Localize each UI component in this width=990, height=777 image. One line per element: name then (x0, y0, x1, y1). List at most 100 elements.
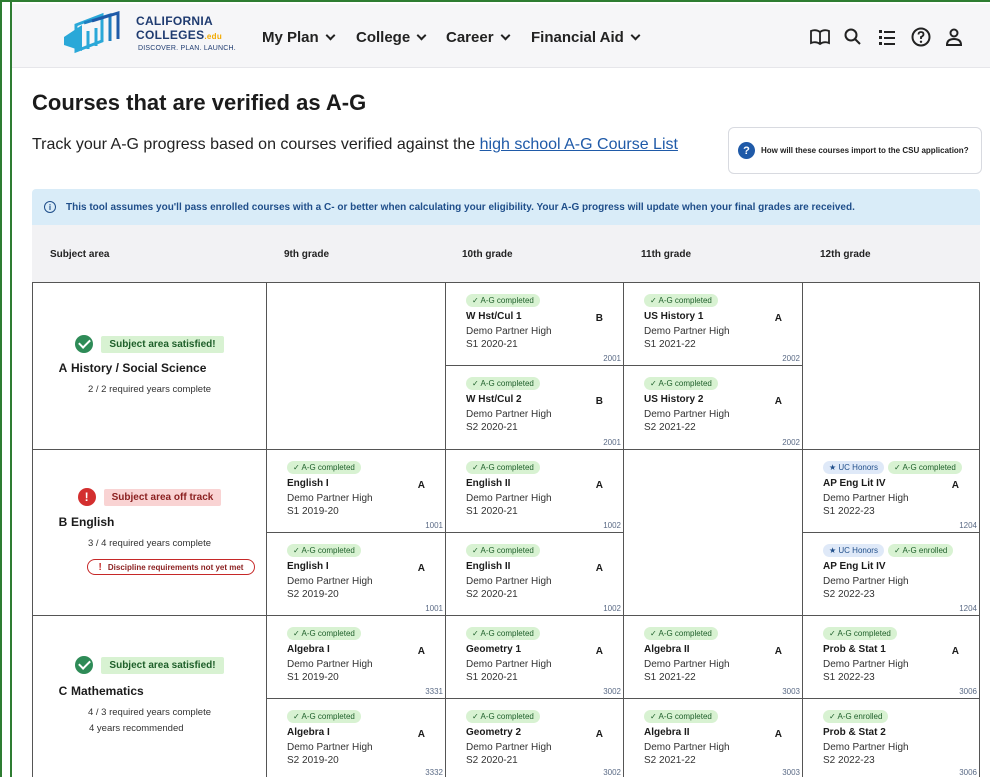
course-badges: ★ UC Honors ✓ A-G enrolled (823, 544, 954, 557)
course-card[interactable]: ✓ A-G completed Algebra I A Demo Partner Hi… (266, 615, 445, 698)
course-code: 3006 (959, 768, 977, 777)
course-school: Demo Partner High (287, 659, 373, 670)
course-badges: ★ UC Honors ✓ A-G completed (823, 461, 962, 474)
info-banner: i This tool assumes you'll pass enrolled… (32, 189, 980, 225)
ag-status-badge: ✓ A-G enrolled (823, 710, 889, 723)
ag-status-badge: ✓ A-G completed (644, 294, 718, 307)
table-header: Subject area 9th grade 10th grade 11th g… (32, 225, 980, 282)
course-card[interactable]: ✓ A-G completed Algebra II A Demo Partner H… (623, 698, 802, 777)
course-school: Demo Partner High (823, 576, 909, 587)
banner-text: This tool assumes you'll pass enrolled c… (66, 201, 855, 213)
ag-grid: Subject area satisfied! A History / Socia… (32, 282, 980, 777)
course-school: Demo Partner High (644, 659, 730, 670)
menu-label: My Plan (262, 29, 319, 46)
course-card[interactable]: ✓ A-G completed English I A Demo Partner Hi… (266, 449, 445, 532)
logo[interactable]: CALIFORNIA COLLEGES.edu DISCOVER. PLAN. … (62, 11, 242, 63)
ag-status-badge: ✓ A-G completed (823, 627, 897, 640)
course-code: 2002 (782, 438, 800, 447)
course-term: S2 2020-21 (466, 589, 518, 600)
course-term: S1 2019-20 (287, 672, 339, 683)
course-term: S2 2019-20 (287, 589, 339, 600)
course-school: Demo Partner High (644, 326, 730, 337)
menu-career[interactable]: Career (446, 29, 510, 46)
logo-text: CALIFORNIA (136, 14, 213, 28)
ag-course-list-link[interactable]: high school A-G Course List (480, 136, 678, 153)
course-code: 3331 (425, 687, 443, 696)
subject-b-name: B English (55, 515, 115, 529)
course-grade: B (595, 396, 603, 407)
course-school: Demo Partner High (644, 742, 730, 753)
course-card[interactable]: ✓ A-G completed US History 1 A Demo Partner… (623, 282, 802, 365)
course-card[interactable]: ✓ A-G completed Algebra II A Demo Partner H… (623, 615, 802, 698)
course-card[interactable]: ✓ A-G completed W Hst/Cul 1 B Demo Partner … (445, 282, 623, 365)
logo-text-2: COLLEGES.edu (136, 28, 222, 42)
course-code: 3002 (603, 768, 621, 777)
course-badges: ✓ A-G completed (287, 461, 361, 474)
course-badges: ✓ A-G completed (644, 710, 718, 723)
course-grade: A (774, 729, 782, 740)
course-school: Demo Partner High (644, 409, 730, 420)
menu-my-plan[interactable]: My Plan (262, 29, 336, 46)
course-card[interactable]: ✓ A-G completed W Hst/Cul 2 B Demo Partner … (445, 365, 623, 449)
course-code: 1002 (603, 604, 621, 613)
course-term: S2 2022-23 (823, 589, 875, 600)
discipline-text: Discipline requirements not yet met (107, 562, 244, 572)
chevron-down-icon (630, 30, 641, 41)
list-icon[interactable] (876, 26, 898, 48)
course-badges: ✓ A-G completed (287, 627, 361, 640)
ag-status-badge: ✓ A-G completed (287, 544, 361, 557)
ag-status-badge: ✓ A-G completed (466, 461, 540, 474)
course-card[interactable]: ✓ A-G completed Geometry 1 A Demo Partner H… (445, 615, 623, 698)
subject-a-status: Subject area satisfied! (33, 335, 266, 353)
course-card[interactable]: ✓ A-G completed English II A Demo Partner H… (445, 532, 623, 615)
course-card[interactable]: ✓ A-G completed Geometry 2 A Demo Partner H… (445, 698, 623, 777)
course-code: 2002 (782, 354, 800, 363)
status-badge: Subject area off track (103, 488, 222, 506)
course-grade: A (951, 646, 959, 657)
menu-college[interactable]: College (356, 29, 427, 46)
csu-import-help-button[interactable]: ? How will these courses import to the C… (728, 127, 982, 174)
col-subject-area: Subject area (50, 249, 110, 260)
subject-a-12th-empty (802, 282, 980, 449)
user-icon[interactable] (943, 26, 965, 48)
subject-b-required: 3 / 4 required years complete (87, 538, 212, 549)
course-grade: A (417, 729, 425, 740)
course-school: Demo Partner High (466, 576, 552, 587)
course-card[interactable]: ✓ A-G completed US History 2 A Demo Partner… (623, 365, 802, 449)
help-icon[interactable] (910, 26, 932, 48)
ag-status-badge: ✓ A-G completed (466, 294, 540, 307)
search-icon[interactable] (842, 26, 864, 48)
subject-c-cell: Subject area satisfied! C Mathematics 4 /… (32, 615, 266, 777)
chevron-down-icon (416, 30, 427, 41)
menu-financial-aid[interactable]: Financial Aid (531, 29, 641, 46)
col-12th-grade: 12th grade (820, 249, 871, 260)
logo-mark-icon (64, 11, 120, 54)
course-grade: A (595, 646, 603, 657)
course-card[interactable]: ✓ A-G completed Algebra I A Demo Partner Hi… (266, 698, 445, 777)
chevron-down-icon (325, 30, 336, 41)
course-term: S2 2022-23 (823, 755, 875, 766)
course-school: Demo Partner High (287, 493, 373, 504)
course-card[interactable]: ★ UC Honors ✓ A-G enrolled AP Eng Lit IV De… (802, 532, 980, 615)
discipline-warning[interactable]: ! Discipline requirements not yet met (87, 559, 255, 575)
subject-title: Mathematics (71, 684, 144, 698)
logo-colleges: COLLEGES (136, 28, 205, 42)
course-badges: ✓ A-G completed (644, 294, 718, 307)
help-text: How will these courses import to the CSU… (761, 146, 969, 155)
course-code: 1001 (425, 521, 443, 530)
book-icon[interactable] (809, 26, 831, 48)
subject-a-name: A History / Social Science (55, 361, 207, 375)
course-name: US History 2 (644, 394, 704, 405)
course-code: 1204 (959, 604, 977, 613)
course-card[interactable]: ✓ A-G enrolled Prob & Stat 2 Demo Partner … (802, 698, 980, 777)
course-code: 3332 (425, 768, 443, 777)
course-card[interactable]: ✓ A-G completed English I A Demo Partner Hi… (266, 532, 445, 615)
course-card[interactable]: ✓ A-G completed English II A Demo Partner H… (445, 449, 623, 532)
subject-c-name: C Mathematics (55, 684, 144, 698)
course-name: Algebra I (287, 644, 330, 655)
course-code: 3003 (782, 768, 800, 777)
course-name: Geometry 2 (466, 727, 522, 738)
check-circle-icon (75, 656, 94, 674)
course-card[interactable]: ✓ A-G completed Prob & Stat 1 A Demo Partne… (802, 615, 980, 698)
course-card[interactable]: ★ UC Honors ✓ A-G completed AP Eng Lit IV A… (802, 449, 980, 532)
